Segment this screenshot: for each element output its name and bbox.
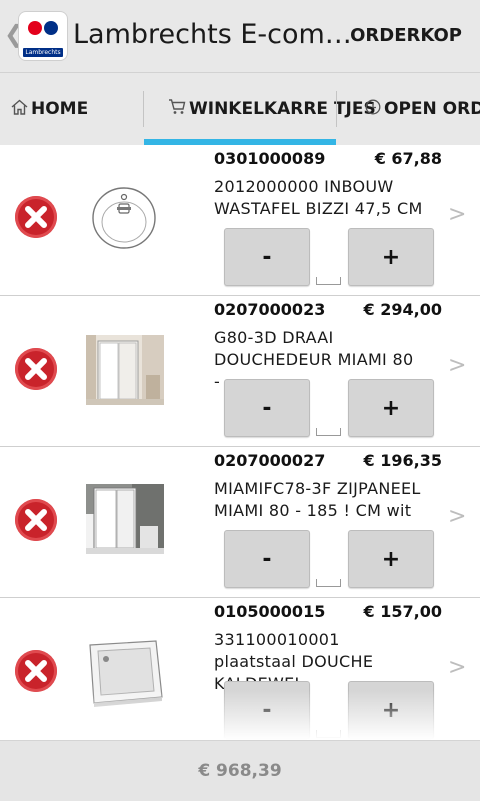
item-price: € 157,00 (363, 602, 442, 621)
product-thumbnail-shower-door (86, 335, 164, 405)
item-price: € 294,00 (363, 300, 442, 319)
decrease-quantity-button[interactable]: - (224, 228, 310, 286)
cart-list[interactable]: 0301000089 € 67,88 2012000000 INBOUW WAS… (0, 144, 480, 740)
item-description: MIAMIFC78-3F ZIJPANEEL MIAMI 80 - 185 ! … (214, 479, 421, 520)
quantity-field[interactable] (316, 730, 341, 738)
tab-bar: HOME WINKELKARRE TJES OPEN ORDE (0, 72, 480, 145)
quantity-field[interactable] (316, 579, 341, 587)
quantity-field[interactable] (316, 428, 341, 436)
remove-item-icon[interactable] (15, 650, 57, 692)
item-code: 0207000023 (214, 300, 326, 319)
item-price: € 67,88 (374, 149, 442, 168)
increase-quantity-button[interactable]: + (348, 530, 434, 588)
chevron-right-icon[interactable]: > (448, 353, 466, 378)
cart-item[interactable]: 0207000023 € 294,00 G80-3D DRAAI DOUCHED… (0, 295, 480, 447)
remove-item-icon[interactable] (15, 196, 57, 238)
logo-red-dot (28, 21, 42, 35)
increase-quantity-button[interactable]: + (348, 228, 434, 286)
item-description: 2012000000 INBOUW WASTAFEL BIZZI 47,5 CM (214, 177, 423, 218)
tab-home[interactable]: HOME (11, 73, 88, 145)
tab-open-orders-label: OPEN ORDE (384, 99, 480, 119)
chevron-right-icon[interactable]: > (448, 202, 466, 227)
home-icon (11, 99, 28, 119)
item-price: € 196,35 (363, 451, 442, 470)
tab-open-orders[interactable]: OPEN ORDE (365, 73, 480, 145)
tab-cart-label: WINKELKARRE TJES (189, 99, 376, 119)
increase-quantity-button[interactable]: + (348, 379, 434, 437)
cart-item[interactable]: 0301000089 € 67,88 2012000000 INBOUW WAS… (0, 144, 480, 296)
clock-icon (365, 99, 381, 119)
cart-item[interactable]: 0207000027 € 196,35 MIAMIFC78-3F ZIJPANE… (0, 446, 480, 598)
cart-total-footer: € 968,39 (0, 740, 480, 801)
app-title: Lambrechts E-com… (73, 19, 352, 50)
decrease-quantity-button[interactable]: - (224, 379, 310, 437)
logo-blue-dot (44, 21, 58, 35)
logo-text: Lambrechts (23, 48, 63, 57)
remove-item-icon[interactable] (15, 348, 57, 390)
item-code: 0301000089 (214, 149, 326, 168)
decrease-quantity-button[interactable]: - (224, 681, 310, 739)
tab-divider (336, 91, 337, 127)
quantity-field[interactable] (316, 277, 341, 285)
tab-home-label: HOME (31, 99, 89, 119)
item-code: 0207000027 (214, 451, 326, 470)
product-thumbnail-side-panel (86, 484, 164, 554)
decrease-quantity-button[interactable]: - (224, 530, 310, 588)
item-code: 0105000015 (214, 602, 326, 621)
remove-item-icon[interactable] (15, 499, 57, 541)
tab-cart[interactable]: WINKELKARRE TJES (168, 73, 376, 145)
product-thumbnail-washbasin (86, 182, 164, 252)
app-logo[interactable]: Lambrechts (19, 12, 67, 60)
chevron-right-icon[interactable]: > (448, 504, 466, 529)
chevron-right-icon[interactable]: > (448, 655, 466, 680)
increase-quantity-button[interactable]: + (348, 681, 434, 739)
action-bar: ❮ Lambrechts Lambrechts E-com… ORDERKOP (0, 0, 480, 72)
cart-icon (168, 98, 186, 120)
tab-divider (143, 91, 144, 127)
cart-item[interactable]: 0105000015 € 157,00 331100010001 plaatst… (0, 597, 480, 740)
orderkop-action[interactable]: ORDERKOP (350, 25, 462, 46)
cart-total: € 968,39 (198, 761, 282, 781)
product-thumbnail-shower-tray (86, 637, 164, 707)
